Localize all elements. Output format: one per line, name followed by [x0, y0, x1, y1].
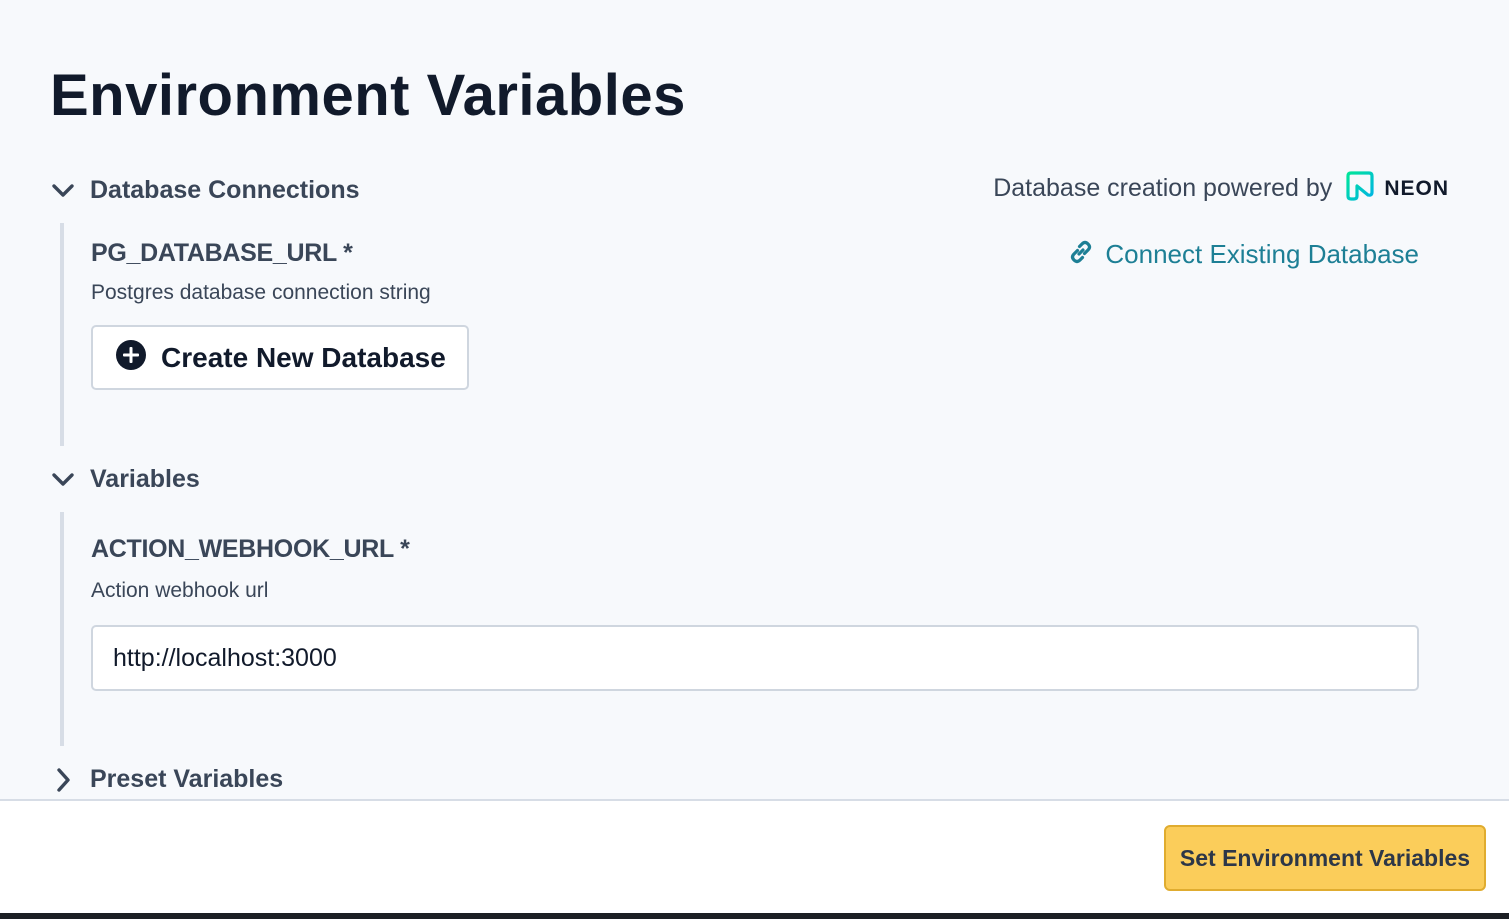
link-icon	[1067, 238, 1095, 271]
chevron-down-icon	[50, 178, 76, 204]
main-content: Environment Variables Database Connectio…	[0, 0, 1509, 799]
footer-bar: Set Environment Variables	[0, 799, 1509, 913]
connect-link-label: Connect Existing Database	[1105, 239, 1419, 269]
variable-name: PG_DATABASE_URL *	[91, 239, 353, 267]
section-label: Database Connections	[90, 176, 360, 204]
neon-wordmark: NEON	[1384, 176, 1449, 200]
window-bottom-edge	[0, 913, 1509, 919]
variable-name: ACTION_WEBHOOK_URL *	[91, 535, 410, 563]
variables-section-body: ACTION_WEBHOOK_URL * Action webhook url	[60, 512, 1444, 746]
neon-logo: NEON	[1344, 170, 1449, 207]
connect-existing-database-link[interactable]: Connect Existing Database	[1067, 238, 1419, 271]
section-label: Preset Variables	[90, 765, 284, 793]
create-new-database-button[interactable]: Create New Database	[91, 325, 469, 390]
environment-variables-page: Environment Variables Database Connectio…	[0, 0, 1509, 919]
powered-by-text: Database creation powered by	[993, 174, 1333, 202]
section-toggle-database-connections[interactable]: Database Connections	[50, 176, 360, 205]
section-toggle-preset-variables[interactable]: Preset Variables	[50, 765, 283, 794]
variable-description: Action webhook url	[91, 579, 269, 602]
section-label: Variables	[90, 465, 200, 493]
chevron-right-icon	[50, 767, 76, 793]
powered-by: Database creation powered by NEON	[993, 170, 1449, 207]
plus-circle-icon	[115, 339, 147, 376]
action-webhook-url-input[interactable]	[91, 625, 1419, 691]
create-button-label: Create New Database	[161, 341, 446, 373]
set-environment-variables-button[interactable]: Set Environment Variables	[1164, 825, 1486, 891]
neon-logo-icon	[1344, 170, 1376, 207]
page-title: Environment Variables	[50, 63, 686, 128]
section-toggle-variables[interactable]: Variables	[50, 465, 200, 494]
variable-description: Postgres database connection string	[91, 281, 431, 304]
chevron-down-icon	[50, 467, 76, 493]
